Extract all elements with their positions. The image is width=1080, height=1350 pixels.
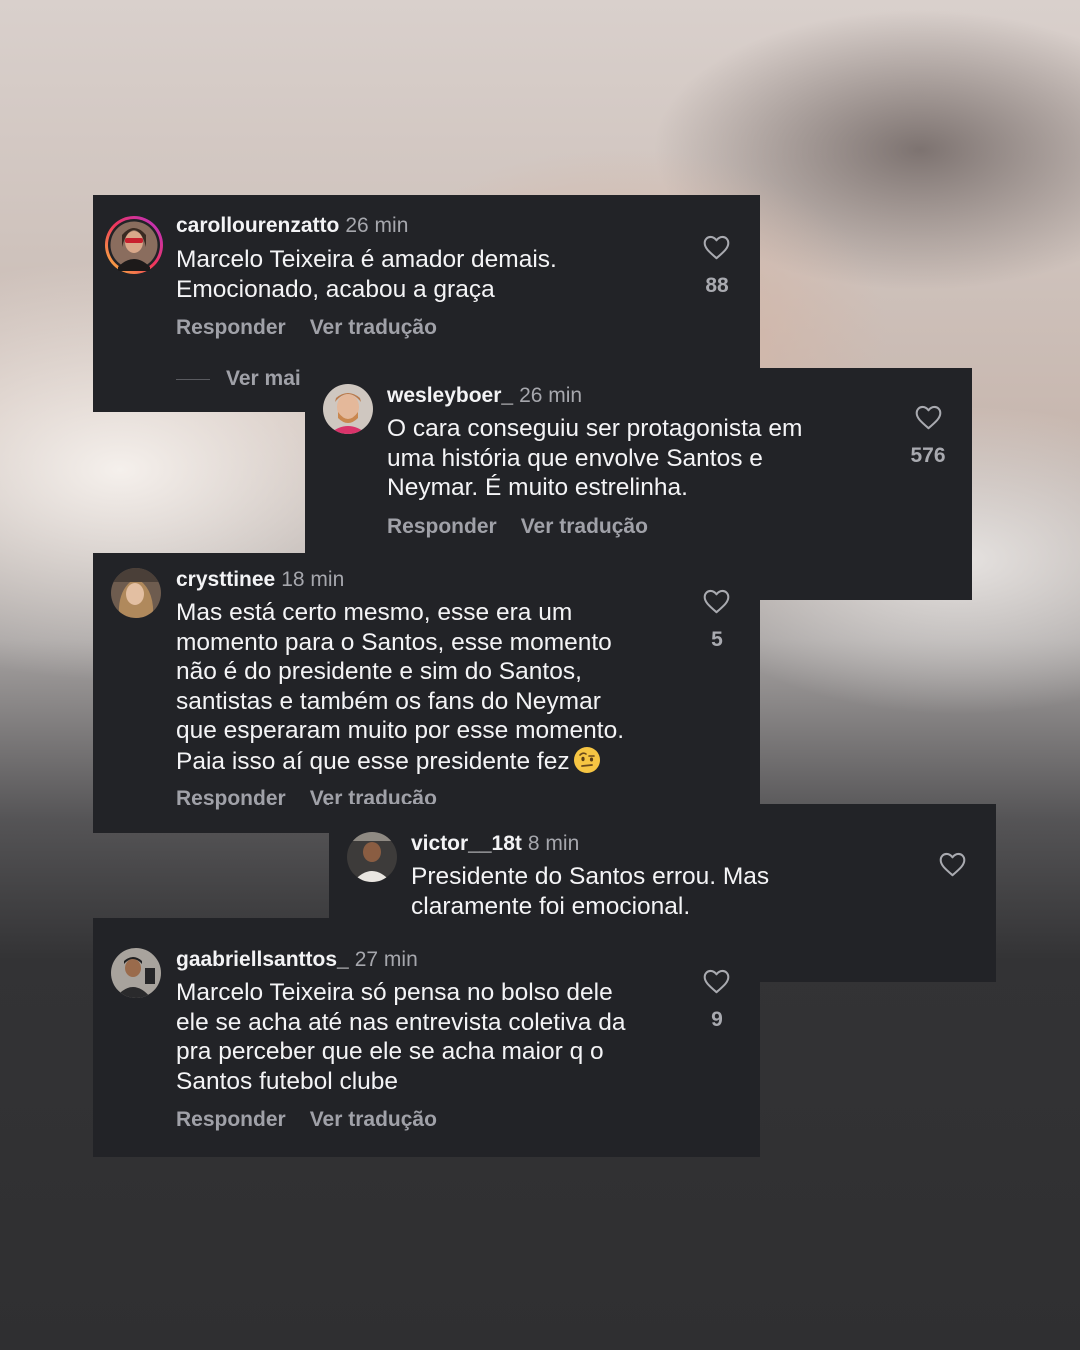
username[interactable]: carollourenzatto bbox=[176, 214, 339, 237]
see-translation-button[interactable]: Ver tradução bbox=[310, 316, 437, 340]
avatar[interactable] bbox=[111, 948, 161, 998]
reply-button[interactable]: Responder bbox=[176, 1108, 286, 1132]
comment-header: gaabriellsanttos_ 27 min bbox=[176, 948, 418, 972]
heart-icon[interactable] bbox=[939, 852, 966, 877]
reply-button[interactable]: Responder bbox=[176, 316, 286, 340]
timestamp: 26 min bbox=[519, 384, 583, 407]
avatar[interactable] bbox=[104, 215, 164, 275]
avatar[interactable] bbox=[347, 832, 397, 882]
heart-icon[interactable] bbox=[703, 589, 730, 614]
story-ring-icon bbox=[105, 216, 163, 274]
profile-photo-icon bbox=[111, 568, 161, 618]
timestamp: 18 min bbox=[281, 568, 345, 591]
timestamp: 26 min bbox=[345, 214, 409, 237]
comment-header: victor__18t 8 min bbox=[411, 832, 579, 856]
username[interactable]: crysttinee bbox=[176, 568, 275, 591]
timestamp: 27 min bbox=[354, 948, 418, 971]
comment-text: O cara conseguiu ser protagonista em uma… bbox=[387, 415, 803, 501]
heart-icon[interactable] bbox=[915, 405, 942, 430]
see-translation-button[interactable]: Ver tradução bbox=[521, 515, 648, 539]
username[interactable]: gaabriellsanttos_ bbox=[176, 948, 349, 971]
like-count: 9 bbox=[711, 1008, 723, 1031]
timestamp: 8 min bbox=[527, 832, 580, 855]
view-more-replies-button[interactable]: Ver mai bbox=[226, 367, 301, 391]
profile-photo-icon bbox=[323, 384, 373, 434]
comment-actions: Responder Ver tradução bbox=[387, 515, 648, 539]
like-count: 576 bbox=[910, 444, 946, 467]
profile-photo-icon bbox=[111, 948, 161, 998]
heart-icon[interactable] bbox=[703, 969, 730, 994]
comment-actions: Responder Ver tradução bbox=[176, 1108, 437, 1132]
comment-text: Marcelo Teixeira só pensa no bolso dele … bbox=[176, 979, 626, 1095]
profile-photo-icon bbox=[347, 832, 397, 882]
avatar[interactable] bbox=[111, 568, 161, 618]
heart-icon[interactable] bbox=[703, 235, 730, 260]
comment-text-body: Mas está certo mesmo, esse era um moment… bbox=[176, 599, 625, 775]
like-count: 88 bbox=[705, 274, 729, 297]
comment-actions: Responder Ver tradução bbox=[176, 316, 437, 340]
replies-divider bbox=[176, 378, 210, 380]
view-replies-row[interactable]: Ver mai bbox=[176, 367, 301, 391]
comment-card-gaabriellsanttos: gaabriellsanttos_ 27 min Marcelo Teixeira… bbox=[93, 918, 760, 1157]
comment-header: carollourenzatto 26 min bbox=[176, 214, 408, 238]
avatar[interactable] bbox=[323, 384, 373, 434]
username[interactable]: wesleyboer_ bbox=[387, 384, 513, 407]
comment-text: Mas está certo mesmo, esse era um moment… bbox=[176, 598, 716, 776]
comment-text: Marcelo Teixeira é amador demais. Emocio… bbox=[176, 246, 557, 303]
comment-text: Presidente do Santos errou. Mas claramen… bbox=[411, 863, 770, 920]
comment-header: crysttinee 18 min bbox=[176, 568, 344, 592]
like-count: 5 bbox=[711, 628, 723, 651]
raised-eyebrow-emoji-icon bbox=[573, 746, 600, 773]
comment-header: wesleyboer_ 26 min bbox=[387, 384, 582, 408]
reply-button[interactable]: Responder bbox=[387, 515, 497, 539]
comment-card-crysttinee: crysttinee 18 min Mas está certo mesmo, e… bbox=[93, 553, 760, 833]
reply-button[interactable]: Responder bbox=[176, 787, 286, 811]
see-translation-button[interactable]: Ver tradução bbox=[310, 1108, 437, 1132]
username[interactable]: victor__18t bbox=[411, 832, 522, 855]
